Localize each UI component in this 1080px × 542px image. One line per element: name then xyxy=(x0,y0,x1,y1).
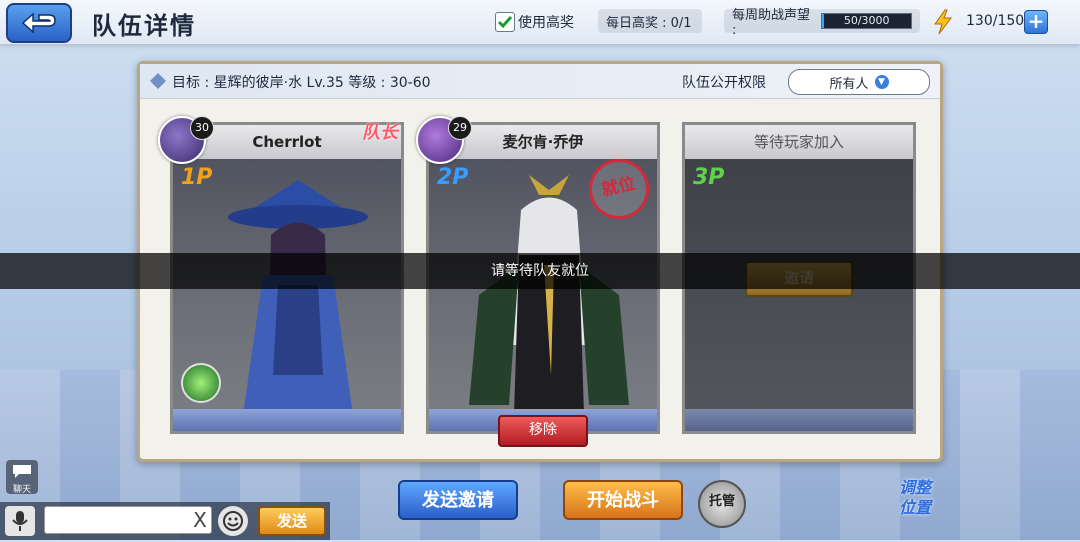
skill-icon xyxy=(181,363,221,403)
top-bar: 队伍详情 使用高奖 每日高奖 : 0/1 每周助战声望 : 50/3000 13… xyxy=(0,0,1080,44)
microphone-button[interactable] xyxy=(5,506,35,536)
start-battle-button[interactable]: 开始战斗 xyxy=(563,480,683,520)
back-button[interactable] xyxy=(6,3,72,43)
weekly-assist-label: 每周助战声望 : xyxy=(732,8,811,38)
permission-label: 队伍公开权限 xyxy=(682,75,766,91)
clear-input-button[interactable]: X xyxy=(190,506,210,534)
add-stamina-button[interactable]: + xyxy=(1024,10,1048,34)
permission-dropdown[interactable]: 所有人 ▼ xyxy=(788,69,930,95)
slot-1-footer xyxy=(173,409,401,431)
daily-high-reward: 每日高奖 : 0/1 xyxy=(598,9,702,33)
page-title: 队伍详情 xyxy=(92,12,196,40)
leader-tag: 队长 xyxy=(362,118,398,144)
microphone-icon xyxy=(12,511,28,531)
chevron-down-icon: ▼ xyxy=(874,75,889,89)
auto-button[interactable]: 托管 xyxy=(698,480,746,528)
character-cherrlot xyxy=(228,180,368,430)
weekly-assist: 每周助战声望 : 50/3000 xyxy=(724,8,920,38)
permission-value: 所有人 xyxy=(829,76,869,92)
character-malken-joy xyxy=(469,175,629,415)
goal-text: 目标 : 星辉的彼岸·水 Lv.35 等级 : 30-60 xyxy=(172,75,431,91)
smiley-icon xyxy=(223,511,243,531)
slot-3-player-number: 3P xyxy=(693,165,725,190)
adjust-line-1: 调整 xyxy=(898,478,931,497)
use-high-reward-checkbox[interactable] xyxy=(495,12,515,32)
diamond-icon xyxy=(150,73,166,89)
panel-header: 目标 : 星辉的彼岸·水 Lv.35 等级 : 30-60 队伍公开权限 所有人… xyxy=(140,64,940,99)
chat-label: 聊天 xyxy=(12,485,31,495)
slot-2-avatar-group: 29 xyxy=(416,116,474,170)
status-banner: 请等待队友就位 xyxy=(0,253,1080,289)
slot-3-footer xyxy=(685,409,913,431)
remove-button[interactable]: 移除 xyxy=(498,415,588,447)
slot-2-level: 29 xyxy=(448,116,472,140)
weekly-assist-value: 50/3000 xyxy=(843,14,890,27)
slot-1-level: 30 xyxy=(190,116,214,140)
weekly-assist-fill xyxy=(822,14,824,28)
leader-tag-text: 队长 xyxy=(362,122,398,143)
emoji-button[interactable] xyxy=(218,506,248,536)
adjust-position-button[interactable]: 调整 位置 xyxy=(888,478,942,528)
send-invite-button[interactable]: 发送邀请 xyxy=(398,480,518,520)
use-high-reward-label: 使用高奖 xyxy=(518,15,574,31)
chat-input[interactable] xyxy=(44,506,212,534)
slot-1-avatar-group: 30 xyxy=(158,116,216,170)
send-button[interactable]: 发送 xyxy=(258,506,326,536)
adjust-line-2: 位置 xyxy=(898,498,931,517)
slot-3-name: 等待玩家加入 xyxy=(685,125,913,159)
back-arrow-icon xyxy=(21,12,56,34)
stamina-value: 130/150 xyxy=(966,13,1025,29)
chat-button[interactable]: 聊天 xyxy=(6,460,38,495)
daily-high-reward-text: 每日高奖 : 0/1 xyxy=(606,15,692,31)
checkmark-icon xyxy=(497,16,513,29)
chat-bubble-icon xyxy=(13,465,31,478)
weekly-assist-bar: 50/3000 xyxy=(821,13,912,29)
lightning-icon xyxy=(934,9,952,35)
